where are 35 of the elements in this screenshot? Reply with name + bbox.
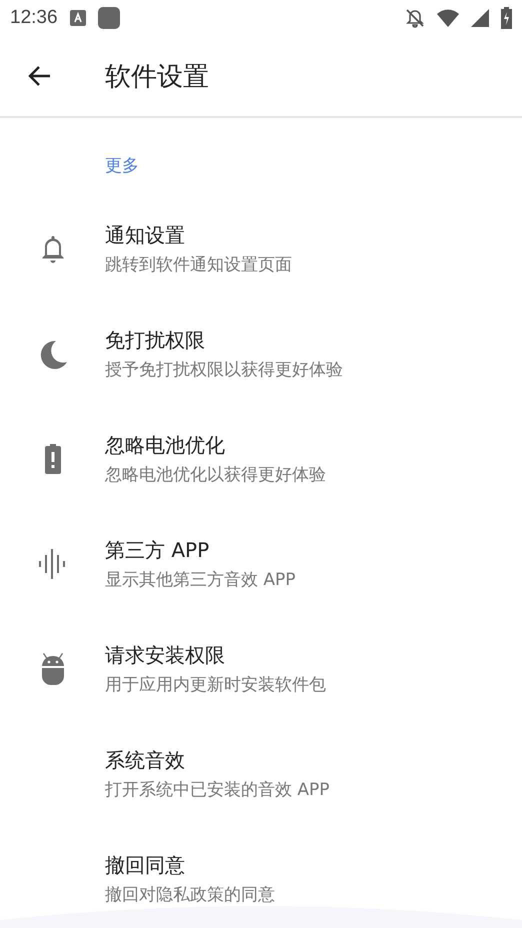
item-title: 撤回同意 — [105, 852, 186, 878]
item-subtitle: 撤回对隐私政策的同意 — [105, 884, 275, 906]
item-title: 免打扰权限 — [105, 326, 206, 354]
item-subtitle: 打开系统中已安装的音效 APP — [105, 778, 330, 800]
settings-item[interactable]: 忽略电池优化 忽略电池优化以获得更好体验 — [0, 406, 522, 511]
bell-icon — [40, 234, 64, 264]
status-time: 12:36 — [10, 7, 58, 29]
signal-icon — [471, 9, 489, 27]
section-header: 更多 — [105, 156, 139, 176]
bell-off-icon — [405, 8, 425, 28]
item-subtitle: 跳转到软件通知设置页面 — [105, 254, 292, 276]
app-notification-icon — [98, 7, 120, 29]
item-title: 通知设置 — [105, 222, 186, 248]
item-subtitle: 用于应用内更新时安装软件包 — [105, 674, 326, 696]
settings-item[interactable]: 系统音效 打开系统中已安装的音效 APP — [0, 721, 522, 826]
item-title: 系统音效 — [105, 746, 186, 774]
item-subtitle: 授予免打扰权限以获得更好体验 — [105, 358, 343, 380]
settings-item[interactable]: 撤回同意 撤回对隐私政策的同意 — [0, 826, 522, 928]
settings-item[interactable]: 通知设置 跳转到软件通知设置页面 — [0, 196, 522, 301]
item-title: 忽略电池优化 — [105, 432, 226, 458]
back-arrow-icon — [28, 64, 52, 88]
battery-charging-icon — [501, 7, 512, 29]
item-title: 第三方 APP — [105, 536, 210, 564]
battery-alert-icon — [44, 444, 60, 474]
settings-item[interactable]: 免打扰权限 授予免打扰权限以获得更好体验 — [0, 301, 522, 406]
page-title: 软件设置 — [105, 60, 209, 94]
item-subtitle: 显示其他第三方音效 APP — [105, 568, 296, 590]
item-subtitle: 忽略电池优化以获得更好体验 — [105, 464, 326, 486]
android-icon — [40, 652, 64, 684]
settings-item[interactable]: 请求安装权限 用于应用内更新时安装软件包 — [0, 616, 522, 721]
app-notification-icon — [70, 10, 86, 26]
item-title: 请求安装权限 — [105, 642, 226, 668]
wifi-icon — [437, 9, 459, 27]
settings-item[interactable]: 第三方 APP 显示其他第三方音效 APP — [0, 511, 522, 616]
waveform-icon — [38, 548, 66, 578]
